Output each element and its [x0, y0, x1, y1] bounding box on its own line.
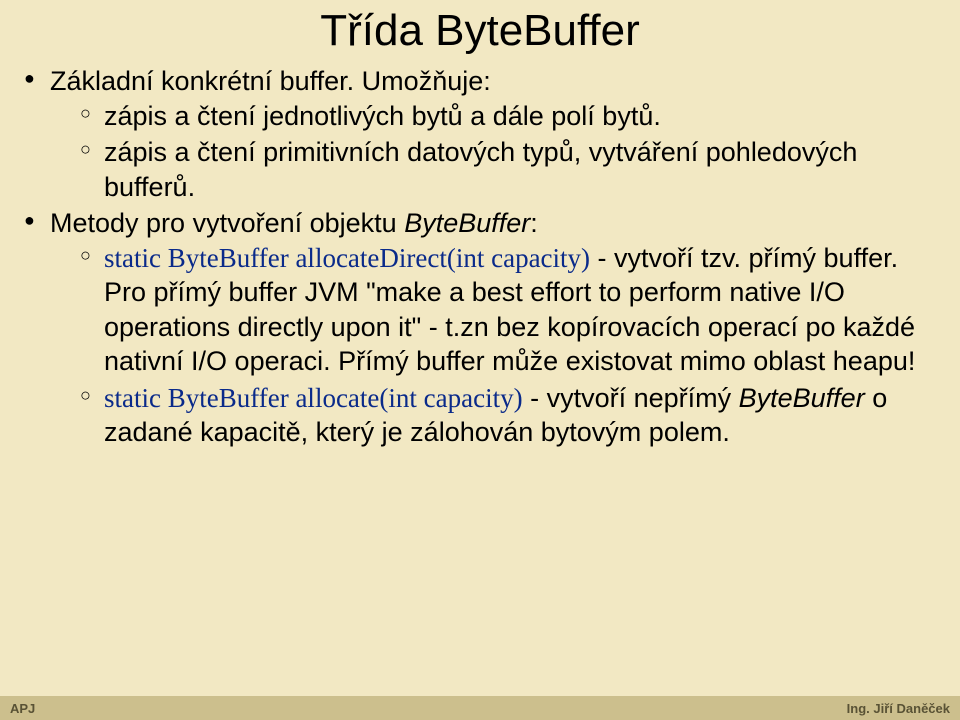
allocate-direct-link[interactable]: static ByteBuffer allocateDirect(int cap…: [104, 243, 590, 273]
bullet-2-pre: Metody pro vytvoření objektu: [50, 208, 404, 238]
slide-title: Třída ByteBuffer: [0, 0, 960, 64]
bullet-2-em: ByteBuffer: [404, 208, 530, 238]
footer-left: APJ: [10, 701, 35, 716]
bullet-2-1: static ByteBuffer allocateDirect(int cap…: [50, 241, 932, 379]
bullet-1-text: Základní konkrétní buffer. Umožňuje:: [50, 66, 491, 96]
bullet-1: Základní konkrétní buffer. Umožňuje: záp…: [22, 64, 932, 204]
allocate-link[interactable]: static ByteBuffer allocate(int capacity): [104, 383, 523, 413]
bullet-2: Metody pro vytvoření objektu ByteBuffer:…: [22, 206, 932, 450]
bullet-1-1: zápis a čtení jednotlivých bytů a dále p…: [50, 99, 932, 134]
bullet-2-2-mid: - vytvoří nepřímý: [523, 383, 739, 413]
bullet-1-2: zápis a čtení primitivních datových typů…: [50, 135, 932, 204]
footer: APJ Ing. Jiří Daněček: [0, 696, 960, 720]
bullet-2-2-em: ByteBuffer: [739, 383, 865, 413]
slide-content: Základní konkrétní buffer. Umožňuje: záp…: [0, 64, 960, 450]
bullet-2-2: static ByteBuffer allocate(int capacity)…: [50, 381, 932, 450]
bullet-2-post: :: [530, 208, 538, 238]
footer-right: Ing. Jiří Daněček: [847, 701, 950, 716]
slide: Třída ByteBuffer Základní konkrétní buff…: [0, 0, 960, 720]
